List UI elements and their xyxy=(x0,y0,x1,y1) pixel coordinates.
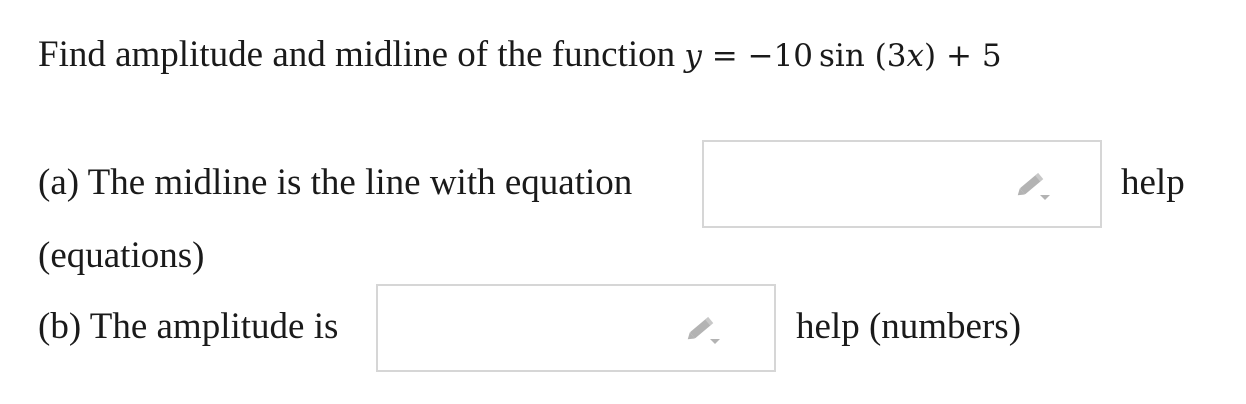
pencil-dropdown-icon[interactable] xyxy=(684,313,724,347)
part-a-answer-box[interactable] xyxy=(702,140,1102,228)
math-plus: + xyxy=(945,38,972,74)
part-b-help-link[interactable]: help xyxy=(796,306,860,347)
part-b-help: help (numbers) xyxy=(796,308,1021,345)
math-constant: 5 xyxy=(981,38,1002,74)
part-a-label: (a) The midline is the line with equatio… xyxy=(38,162,633,203)
part-a-help-link[interactable]: help xyxy=(1121,164,1185,201)
function-equation: y = −10 sin (3x) + 5 xyxy=(684,38,1001,74)
part-b-answer-box[interactable] xyxy=(376,284,776,372)
question-prefix: Find amplitude and midline of the functi… xyxy=(38,34,676,75)
part-b-label: (b) The amplitude is xyxy=(38,306,339,347)
pencil-dropdown-icon[interactable] xyxy=(1014,169,1054,203)
math-func: sin xyxy=(819,38,865,74)
part-a-help-type: (equations) xyxy=(38,235,205,276)
part-b-help-type: (numbers) xyxy=(868,306,1022,347)
math-lhs-var: y xyxy=(684,38,702,74)
math-close-paren: ) xyxy=(924,38,937,74)
question-text: Find amplitude and midline of the functi… xyxy=(38,36,1002,73)
math-coefficient: −10 xyxy=(747,38,814,74)
math-inner-var: x xyxy=(906,38,924,74)
math-open-paren: ( xyxy=(874,38,887,74)
math-inner-coef: 3 xyxy=(886,38,907,74)
math-equals: = xyxy=(711,38,738,74)
